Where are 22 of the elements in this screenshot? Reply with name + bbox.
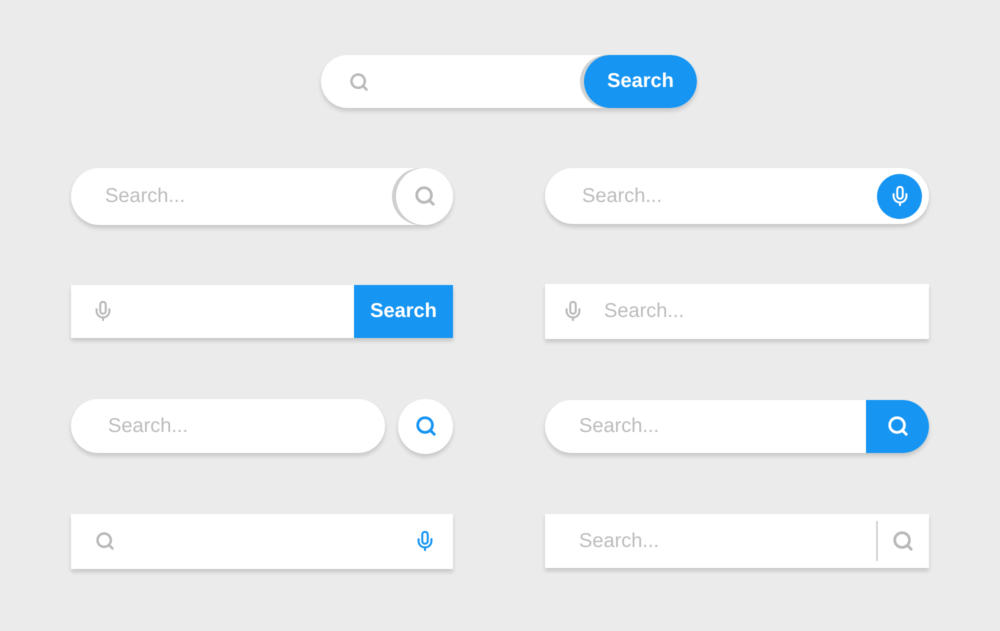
search-bar[interactable]: Search...	[545, 168, 929, 224]
search-bar[interactable]: Search...	[545, 400, 929, 452]
search-field[interactable]: Search...	[567, 400, 866, 452]
search-icon	[95, 531, 115, 551]
search-bar[interactable]: Search...	[71, 168, 453, 224]
search-bar[interactable]: Search	[321, 55, 697, 108]
search-field[interactable]: Search...	[567, 514, 876, 568]
search-icon	[349, 72, 369, 92]
search-bar[interactable]: Search	[71, 284, 453, 338]
search-icon	[414, 185, 436, 207]
search-button[interactable]	[866, 400, 929, 452]
search-bar[interactable]: Search...	[545, 514, 929, 568]
search-button[interactable]: Search	[584, 55, 697, 108]
search-button[interactable]: Search	[354, 284, 453, 338]
search-icon	[892, 530, 914, 552]
search-field[interactable]: Search...	[570, 168, 877, 224]
search-button[interactable]	[396, 168, 453, 224]
search-icon	[414, 415, 436, 437]
search-field[interactable]: Search...	[93, 168, 396, 224]
search-icon	[886, 415, 908, 437]
search-button[interactable]	[398, 398, 453, 454]
microphone-button[interactable]	[877, 174, 922, 218]
